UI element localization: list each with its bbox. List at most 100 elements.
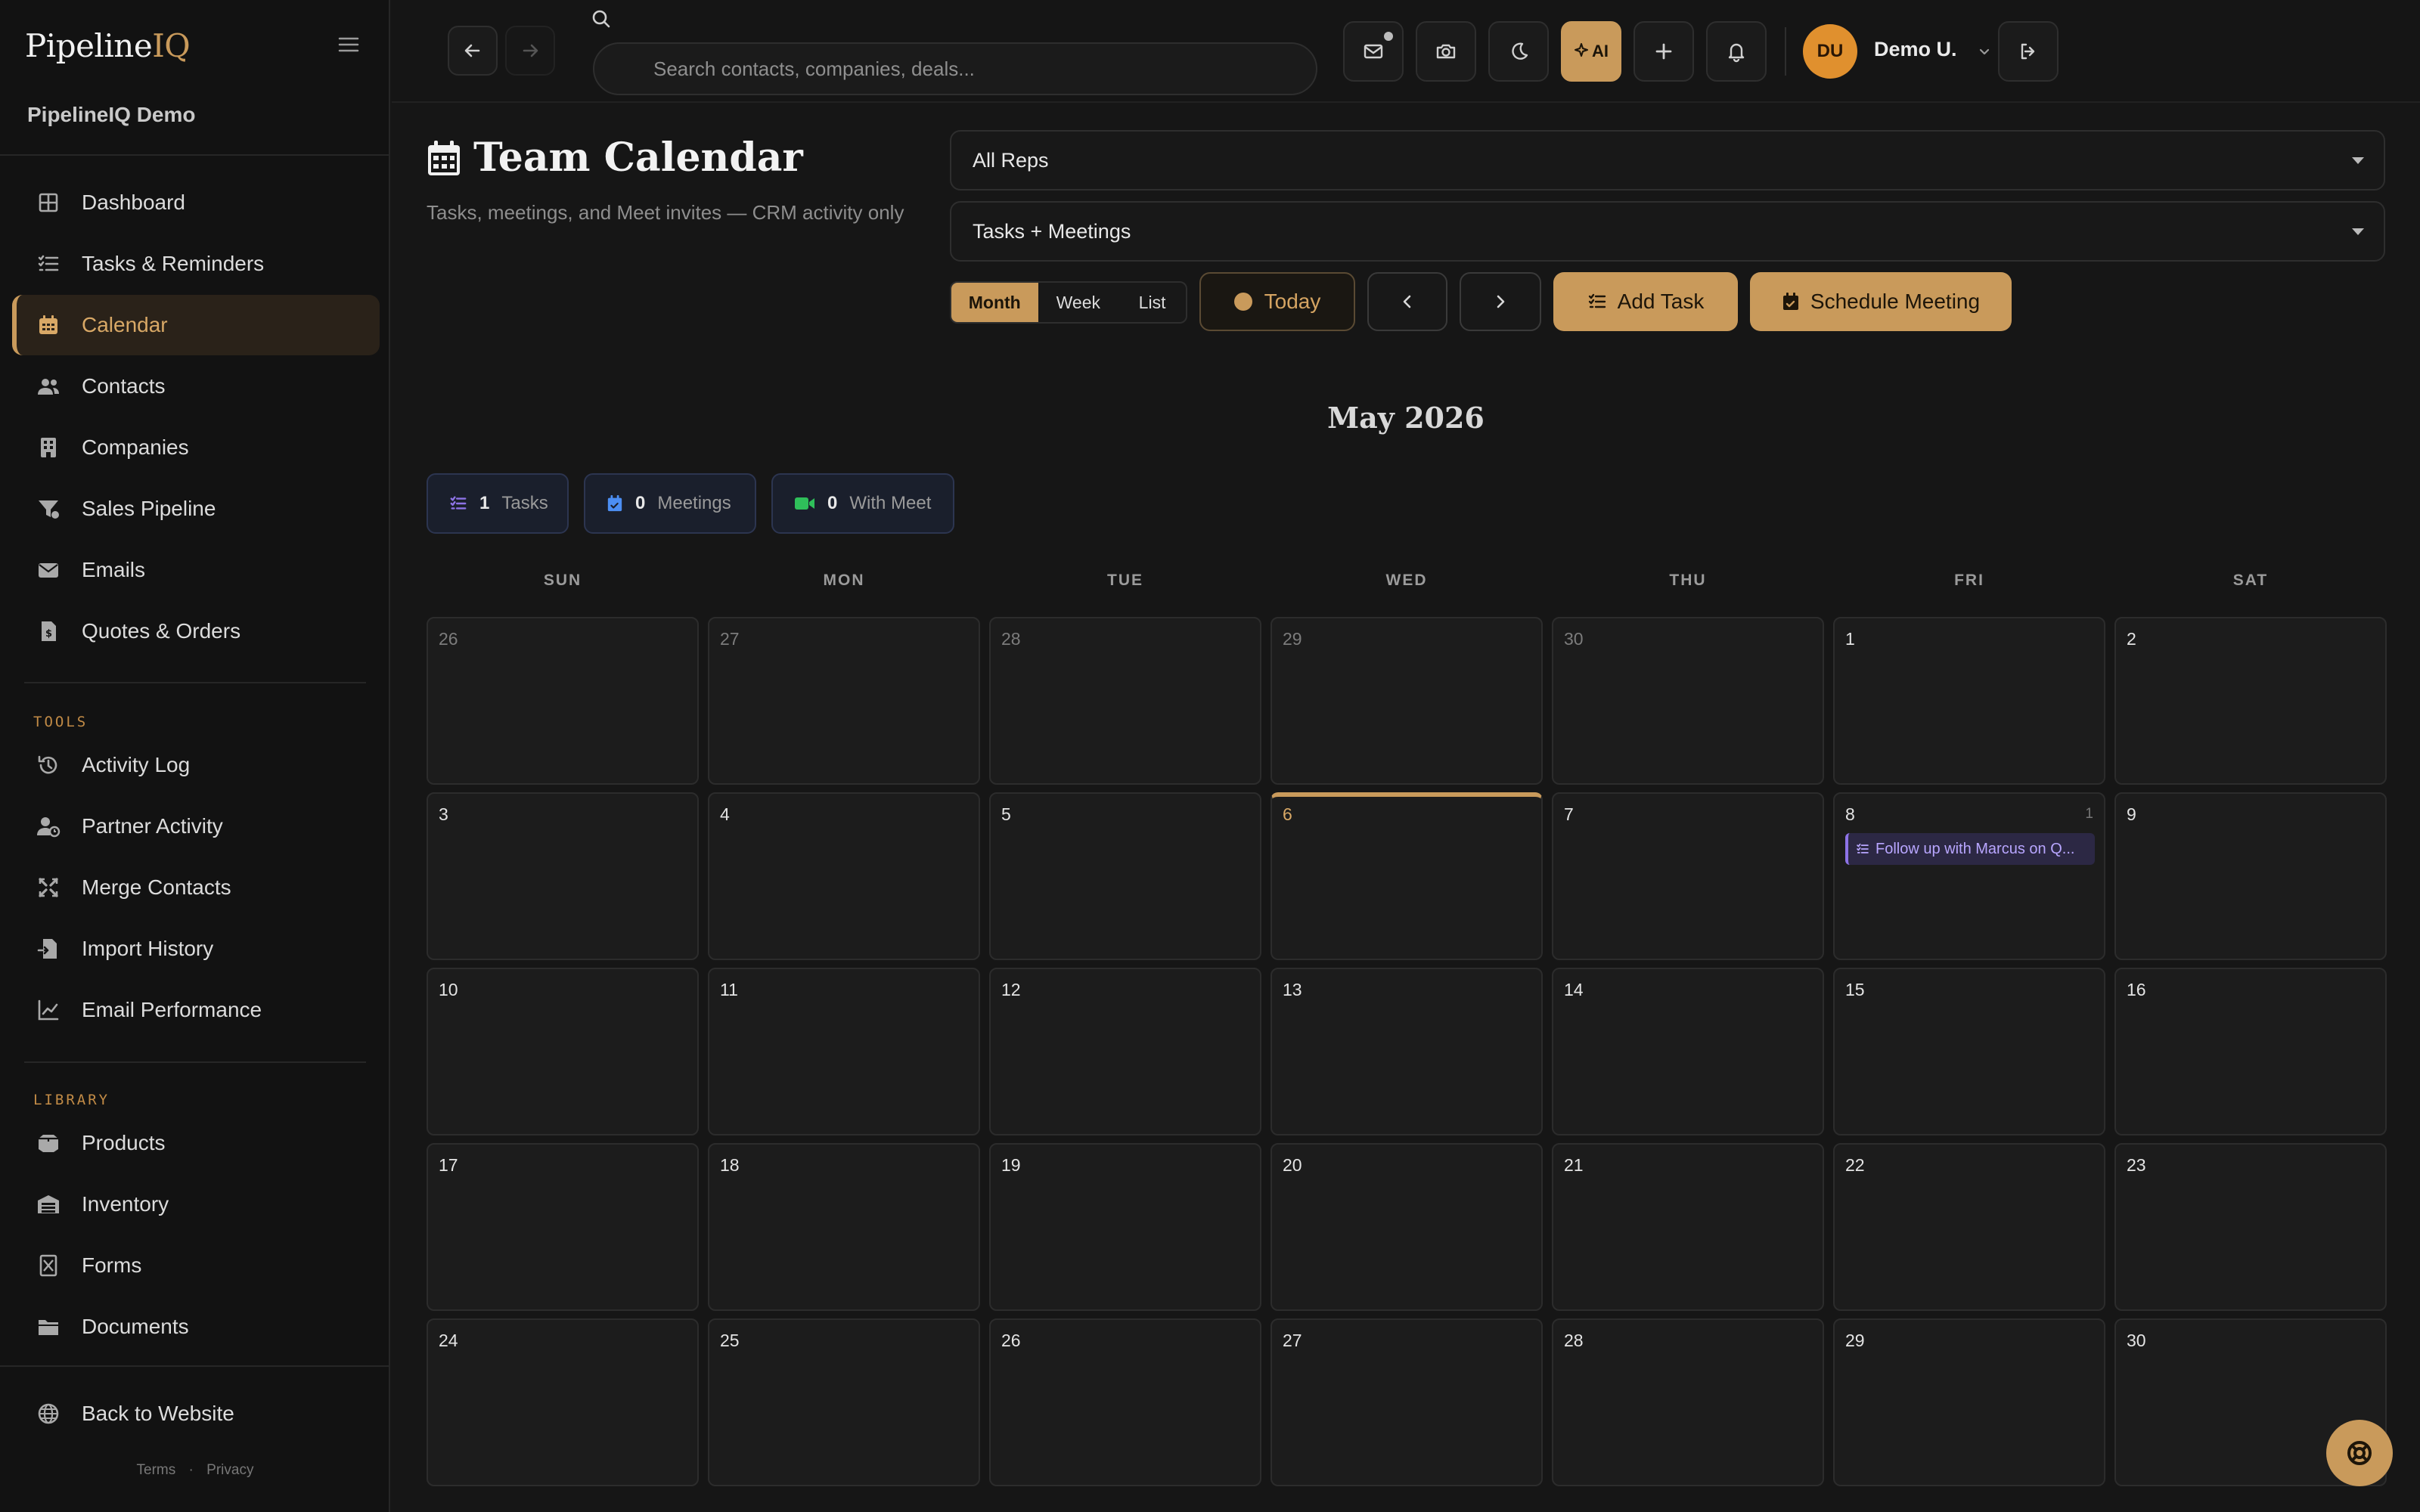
contacts-icon bbox=[36, 374, 60, 398]
calendar-day[interactable]: 28 bbox=[1552, 1318, 1824, 1486]
calendar-day[interactable]: 21 bbox=[1552, 1143, 1824, 1311]
calendar-day[interactable]: 26 bbox=[427, 617, 699, 785]
calendar-day[interactable]: 16 bbox=[2114, 968, 2387, 1136]
calendar-day-today[interactable]: 6 bbox=[1270, 792, 1543, 960]
calendar-day[interactable]: 3 bbox=[427, 792, 699, 960]
calendar-day[interactable]: 27 bbox=[1270, 1318, 1543, 1486]
schedule-meeting-button[interactable]: Schedule Meeting bbox=[1750, 272, 2012, 331]
calendar-day[interactable]: 20 bbox=[1270, 1143, 1543, 1311]
back-button[interactable] bbox=[448, 26, 498, 76]
calendar-day[interactable]: 5 bbox=[989, 792, 1261, 960]
sidebar-item-products[interactable]: Products bbox=[12, 1113, 380, 1173]
notifications-button[interactable] bbox=[1706, 21, 1767, 82]
hamburger-menu-icon[interactable] bbox=[337, 33, 360, 56]
sidebar-item-import-history[interactable]: Import History bbox=[12, 919, 380, 979]
sidebar-item-companies[interactable]: Companies bbox=[12, 417, 380, 478]
chevron-down-icon[interactable] bbox=[1975, 42, 1993, 60]
meetings-stat[interactable]: 0 Meetings bbox=[584, 473, 756, 534]
sidebar-item-email-performance[interactable]: Email Performance bbox=[12, 980, 380, 1040]
tasks-stat[interactable]: 1 Tasks bbox=[427, 473, 569, 534]
calendar-day[interactable]: 25 bbox=[708, 1318, 980, 1486]
inbox-button[interactable] bbox=[1343, 21, 1404, 82]
calendar-day[interactable]: 29 bbox=[1270, 617, 1543, 785]
day-number: 30 bbox=[1564, 629, 1584, 649]
calendar-day[interactable]: 9 bbox=[2114, 792, 2387, 960]
calendar-day[interactable]: 10 bbox=[427, 968, 699, 1136]
logout-button[interactable] bbox=[1998, 21, 2059, 82]
sidebar-item-label: Calendar bbox=[82, 313, 168, 336]
sidebar-item-inventory[interactable]: Inventory bbox=[12, 1174, 380, 1235]
calendar-day[interactable]: 1 bbox=[1833, 617, 2105, 785]
calendar-event-task[interactable]: Follow up with Marcus on Q... bbox=[1845, 833, 2095, 865]
sidebar-item-label: Sales Pipeline bbox=[82, 497, 216, 520]
workspace-name[interactable]: PipelineIQ Demo bbox=[27, 103, 196, 127]
meetings-label: Meetings bbox=[657, 493, 731, 513]
calendar-day[interactable]: 17 bbox=[427, 1143, 699, 1311]
caret-down-icon bbox=[2352, 228, 2364, 235]
global-search-input[interactable] bbox=[593, 42, 1317, 95]
sidebar-item-merge-contacts[interactable]: Merge Contacts bbox=[12, 857, 380, 918]
calendar-day[interactable]: 27 bbox=[708, 617, 980, 785]
today-button[interactable]: Today bbox=[1199, 272, 1355, 331]
calendar-day[interactable]: 15 bbox=[1833, 968, 2105, 1136]
sidebar-item-partner-activity[interactable]: Partner Activity bbox=[12, 796, 380, 857]
chart-line-icon bbox=[36, 998, 60, 1022]
sidebar-item-forms[interactable]: Forms bbox=[12, 1235, 380, 1296]
privacy-link[interactable]: Privacy bbox=[206, 1462, 253, 1478]
add-task-button[interactable]: Add Task bbox=[1553, 272, 1738, 331]
day-number: 28 bbox=[1564, 1331, 1584, 1350]
calendar-day[interactable]: 24 bbox=[427, 1318, 699, 1486]
forward-button[interactable] bbox=[505, 26, 555, 76]
logout-icon bbox=[2021, 43, 2035, 60]
sidebar-item-documents[interactable]: Documents bbox=[12, 1297, 380, 1357]
calendar-day[interactable]: 18 bbox=[708, 1143, 980, 1311]
back-to-website-link[interactable]: Back to Website bbox=[12, 1383, 380, 1444]
view-list-button[interactable]: List bbox=[1118, 283, 1186, 322]
calendar-day[interactable]: 7 bbox=[1552, 792, 1824, 960]
avatar[interactable]: DU bbox=[1803, 24, 1857, 79]
ai-assistant-button[interactable]: AI bbox=[1561, 21, 1621, 82]
next-month-button[interactable] bbox=[1460, 272, 1541, 331]
calendar-day[interactable]: 8 1 Follow up with Marcus on Q... bbox=[1833, 792, 2105, 960]
theme-toggle-button[interactable] bbox=[1488, 21, 1549, 82]
calendar-check-icon bbox=[607, 495, 622, 512]
view-week-button[interactable]: Week bbox=[1038, 283, 1119, 322]
activity-type-select[interactable]: Tasks + Meetings bbox=[950, 201, 2385, 262]
previous-month-button[interactable] bbox=[1367, 272, 1447, 331]
day-number: 21 bbox=[1564, 1155, 1584, 1175]
day-number: 5 bbox=[1001, 804, 1011, 824]
calendar-day[interactable]: 14 bbox=[1552, 968, 1824, 1136]
day-number: 23 bbox=[2127, 1155, 2146, 1175]
sidebar-item-quotes-orders[interactable]: $ Quotes & Orders bbox=[12, 601, 380, 662]
sidebar-item-emails[interactable]: Emails bbox=[12, 540, 380, 600]
calendar-day[interactable]: 30 bbox=[1552, 617, 1824, 785]
divider bbox=[0, 154, 390, 156]
sidebar-item-sales-pipeline[interactable]: Sales Pipeline bbox=[12, 479, 380, 539]
sidebar-item-calendar[interactable]: Calendar bbox=[12, 295, 380, 355]
calendar-day[interactable]: 28 bbox=[989, 617, 1261, 785]
view-month-button[interactable]: Month bbox=[951, 283, 1038, 322]
help-button[interactable] bbox=[2326, 1420, 2393, 1486]
sidebar-item-tasks-reminders[interactable]: Tasks & Reminders bbox=[12, 234, 380, 294]
sidebar-item-dashboard[interactable]: Dashboard bbox=[12, 172, 380, 233]
screenshot-button[interactable] bbox=[1416, 21, 1476, 82]
calendar-day[interactable]: 26 bbox=[989, 1318, 1261, 1486]
calendar-day[interactable]: 22 bbox=[1833, 1143, 2105, 1311]
user-name[interactable]: Demo U. bbox=[1874, 38, 1957, 61]
brand-logo[interactable]: PipelineIQ bbox=[25, 27, 191, 64]
calendar-day[interactable]: 2 bbox=[2114, 617, 2387, 785]
chevron-right-icon bbox=[1497, 295, 1505, 308]
sidebar-item-contacts[interactable]: Contacts bbox=[12, 356, 380, 417]
calendar-day[interactable]: 23 bbox=[2114, 1143, 2387, 1311]
calendar-day[interactable]: 19 bbox=[989, 1143, 1261, 1311]
calendar-day[interactable]: 13 bbox=[1270, 968, 1543, 1136]
sidebar-item-activity-log[interactable]: Activity Log bbox=[12, 735, 380, 795]
quick-add-button[interactable] bbox=[1634, 21, 1694, 82]
rep-filter-select[interactable]: All Reps bbox=[950, 130, 2385, 191]
with-meet-stat[interactable]: 0 With Meet bbox=[771, 473, 954, 534]
calendar-day[interactable]: 29 bbox=[1833, 1318, 2105, 1486]
calendar-day[interactable]: 12 bbox=[989, 968, 1261, 1136]
calendar-day[interactable]: 11 bbox=[708, 968, 980, 1136]
calendar-day[interactable]: 4 bbox=[708, 792, 980, 960]
terms-link[interactable]: Terms bbox=[137, 1462, 176, 1478]
